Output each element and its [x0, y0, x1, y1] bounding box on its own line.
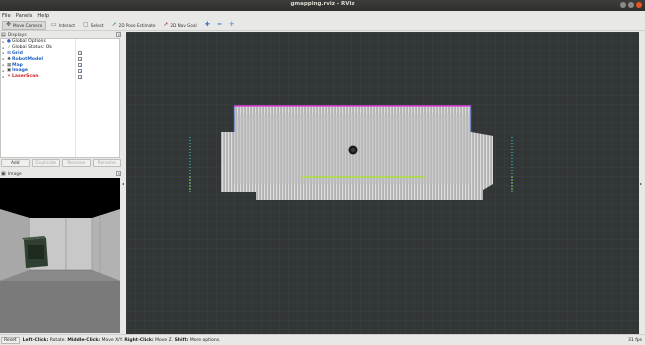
- enable-checkbox[interactable]: ✓: [78, 62, 82, 67]
- display-item-label: Image: [12, 68, 28, 74]
- tool-menu-button[interactable]: ✛: [226, 21, 237, 30]
- image-panel-title: Image: [7, 171, 22, 177]
- menu-help[interactable]: Help: [37, 13, 49, 19]
- enable-checkbox[interactable]: ✓: [78, 57, 82, 62]
- crosshair-icon: ✛: [229, 21, 235, 28]
- display-item-label: RobotModel: [12, 56, 44, 62]
- minus-icon: ━: [217, 21, 222, 28]
- image-close-icon[interactable]: ×: [116, 171, 121, 176]
- remove-display-button[interactable]: Remove: [62, 159, 91, 167]
- remove-tool-button[interactable]: ━: [215, 21, 225, 30]
- interact-tool[interactable]: ▭ Interact: [48, 21, 78, 30]
- close-icon[interactable]: [636, 2, 642, 8]
- hint-text: Left-Click: Rotate. Middle-Click: Move X…: [22, 337, 221, 343]
- status-bar: Reset Left-Click: Rotate. Middle-Click: …: [0, 334, 645, 345]
- nav-goal-icon: ➚: [163, 21, 169, 28]
- grid-map-render: [126, 32, 639, 334]
- pose-estimate-icon: ➚: [111, 21, 117, 28]
- move-camera-icon: ✥: [6, 21, 12, 28]
- displays-button-row: Add Duplicate Remove Rename: [0, 159, 122, 168]
- render-viewport[interactable]: [126, 32, 639, 334]
- collapse-right-icon[interactable]: ▸: [640, 181, 642, 186]
- window-title: gmapping.rviz - RViz: [290, 1, 355, 7]
- nav-goal-tool[interactable]: ➚ 2D Nav Goal: [160, 21, 199, 30]
- plus-icon: ✚: [204, 21, 210, 28]
- image-panel-icon: ▣: [1, 171, 6, 177]
- move-camera-tool[interactable]: ✥ Move Camera: [2, 20, 47, 30]
- display-item-label: Grid: [12, 50, 23, 56]
- displays-tree[interactable]: ▸ ● Global Options ▸ ✓ Global Status: Ok ▸ ⊞ Gri…: [0, 38, 120, 158]
- add-display-button[interactable]: Add: [1, 159, 30, 167]
- menu-file[interactable]: File: [2, 13, 11, 19]
- add-tool-button[interactable]: ✚: [202, 21, 213, 30]
- minimize-icon[interactable]: [620, 2, 626, 8]
- select-icon: ▢: [83, 21, 89, 28]
- title-bar: gmapping.rviz - RViz: [0, 0, 645, 11]
- duplicate-display-button[interactable]: Duplicate: [31, 159, 60, 167]
- camera-image-view: [0, 178, 120, 333]
- toolbar: ✥ Move Camera ▭ Interact ▢ Select ➚ 2D P…: [0, 20, 645, 31]
- rename-display-button[interactable]: Rename: [92, 159, 121, 167]
- interact-icon: ▭: [51, 21, 57, 28]
- display-item-label: LaserScan: [12, 74, 39, 80]
- enable-checkbox[interactable]: ✓: [78, 74, 82, 79]
- occupancy-map: [221, 105, 493, 200]
- display-item-label: Global Status: Ok: [12, 45, 53, 51]
- displays-close-icon[interactable]: ×: [116, 32, 121, 37]
- display-item-label: Map: [12, 62, 23, 68]
- reset-button[interactable]: Reset: [1, 336, 20, 344]
- camera-image: [0, 178, 120, 333]
- menu-bar: File Panels Help: [0, 11, 645, 20]
- maximize-icon[interactable]: [628, 2, 634, 8]
- enable-checkbox[interactable]: ✓: [78, 51, 82, 56]
- enable-checkbox[interactable]: ✓: [78, 68, 82, 73]
- display-item-laserscan[interactable]: ▸ ✶ LaserScan ✓: [1, 74, 119, 80]
- menu-panels[interactable]: Panels: [16, 13, 33, 19]
- collapse-left-icon[interactable]: ◂: [122, 181, 124, 186]
- display-item-label: Global Options: [12, 39, 46, 45]
- select-tool[interactable]: ▢ Select: [80, 21, 107, 30]
- image-panel-header: ▣ Image ×: [0, 171, 122, 177]
- left-dock: ▤ Displays × ▸ ● Global Options ▸ ✓ Global St…: [0, 32, 122, 334]
- fps-readout: 31 fps: [628, 338, 642, 343]
- displays-panel-title: Displays: [7, 32, 27, 38]
- pose-estimate-tool[interactable]: ➚ 2D Pose Estimate: [109, 21, 159, 30]
